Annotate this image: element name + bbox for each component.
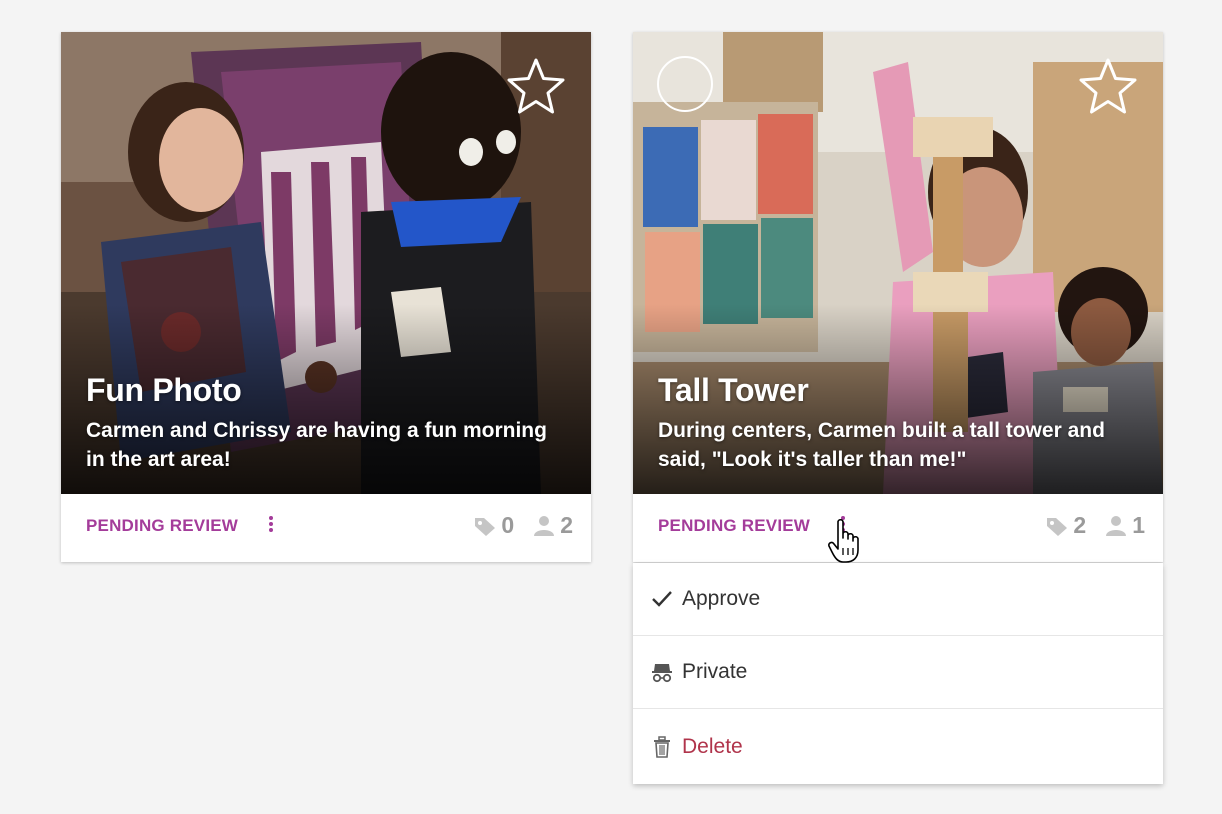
card-counts: 0 2 — [473, 512, 573, 539]
menu-item-label: Private — [682, 660, 748, 683]
trash-icon — [654, 735, 670, 758]
card-footer: PENDING REVIEW 0 2 — [61, 494, 591, 562]
person-icon — [1106, 515, 1127, 536]
card-caption: During centers, Carmen built a tall towe… — [658, 419, 1105, 471]
incognito-icon — [652, 664, 672, 683]
photo-thumbnail[interactable]: Fun Photo Carmen and Chrissy are having … — [61, 32, 591, 494]
status-label[interactable]: PENDING REVIEW — [658, 516, 810, 536]
status-label[interactable]: PENDING REVIEW — [86, 516, 238, 536]
card-footer: PENDING REVIEW 2 1 — [633, 494, 1163, 562]
photo-card[interactable]: Fun Photo Carmen and Chrissy are having … — [61, 32, 591, 562]
favorite-star-icon[interactable] — [505, 56, 567, 118]
card-caption: Carmen and Chrissy are having a fun morn… — [86, 419, 547, 471]
select-circle-icon[interactable] — [657, 56, 713, 112]
photo-thumbnail[interactable]: Tall Tower During centers, Carmen built … — [633, 32, 1163, 494]
favorite-star-icon[interactable] — [1077, 56, 1139, 118]
more-options-icon[interactable] — [265, 514, 277, 538]
tag-icon — [475, 517, 496, 536]
card-counts: 2 1 — [1045, 512, 1145, 539]
card-options-menu: Approve Private Delete — [633, 563, 1163, 784]
tag-icon — [1047, 517, 1068, 536]
menu-item-private[interactable]: Private — [633, 636, 1163, 709]
card-title: Tall Tower — [658, 372, 809, 408]
hand-cursor-icon — [828, 518, 859, 563]
people-count: 1 — [1132, 512, 1145, 538]
photo-card[interactable]: Tall Tower During centers, Carmen built … — [633, 32, 1163, 562]
person-icon — [534, 515, 555, 536]
tag-count: 2 — [1073, 512, 1087, 538]
menu-item-label: Delete — [682, 734, 743, 758]
people-count: 2 — [560, 512, 573, 538]
menu-item-delete[interactable]: Delete — [633, 709, 1163, 784]
menu-item-approve[interactable]: Approve — [633, 563, 1163, 636]
card-title: Fun Photo — [86, 372, 242, 408]
check-icon — [652, 591, 672, 607]
menu-item-label: Approve — [682, 587, 761, 610]
tag-count: 0 — [501, 512, 515, 538]
